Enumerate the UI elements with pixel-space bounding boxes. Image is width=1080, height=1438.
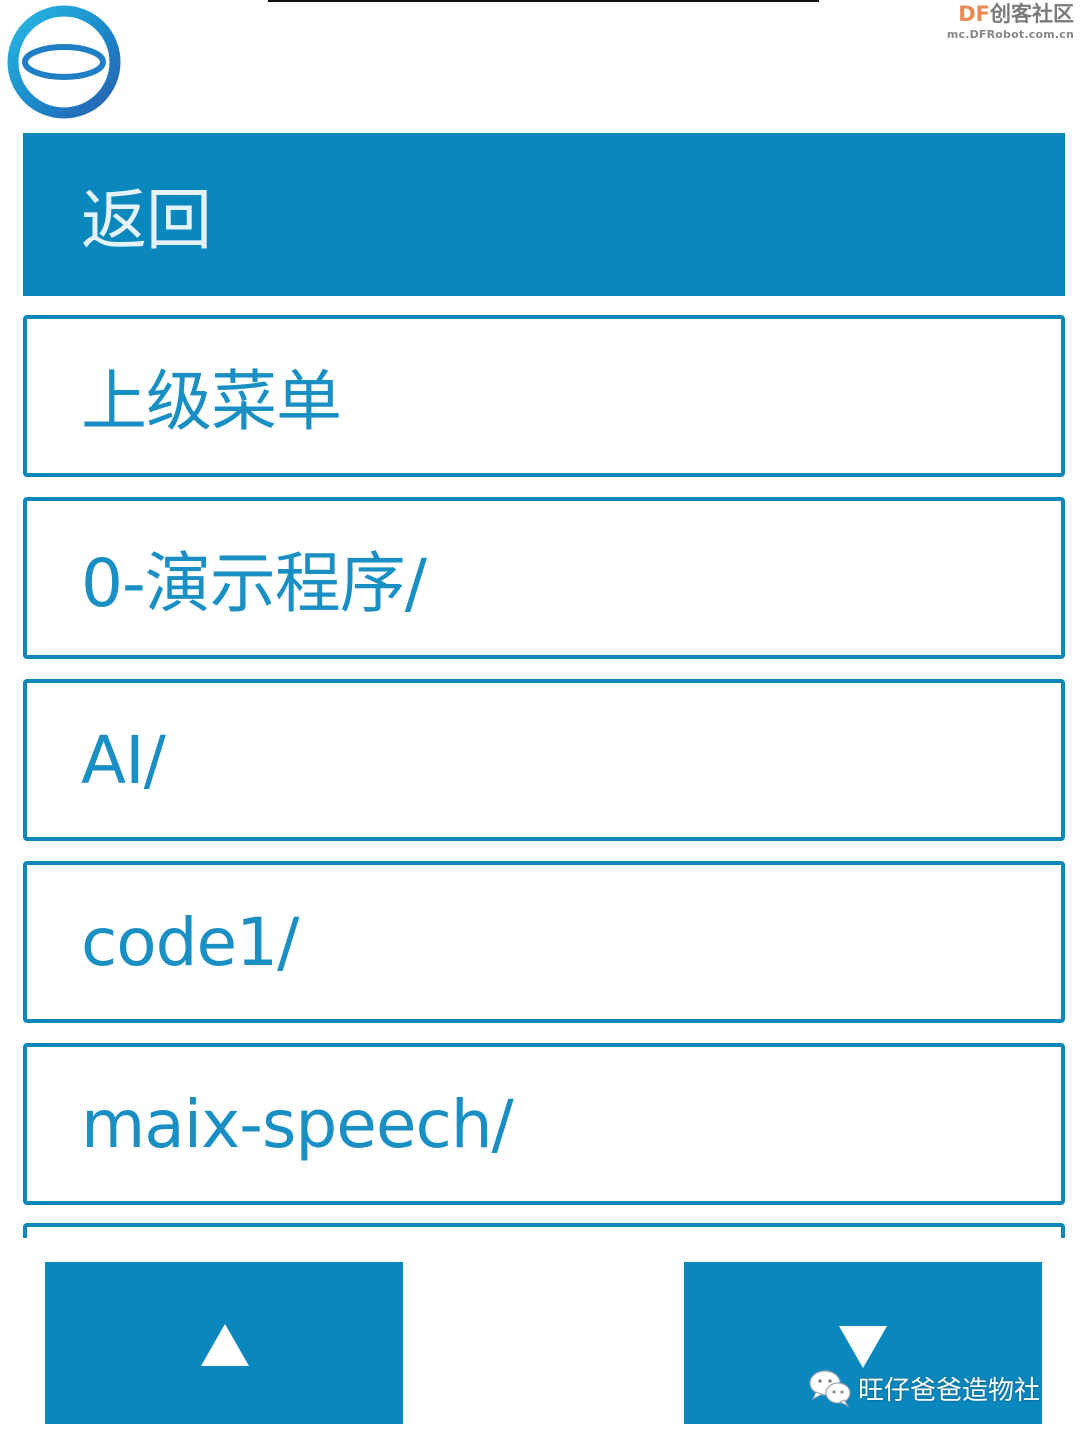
menu-item-label: maix-speech/ — [81, 1085, 514, 1163]
menu-item-label: code1/ — [81, 903, 299, 981]
scroll-up-button[interactable] — [45, 1262, 403, 1424]
menu-item-label: 返回 — [81, 181, 212, 259]
watermark-url: mc.DFRobot.com.cn — [946, 28, 1074, 41]
menu-item-partial[interactable] — [23, 1223, 1065, 1238]
triangle-up-icon — [201, 1324, 249, 1366]
menu-item-maix-speech[interactable]: maix-speech/ — [23, 1043, 1065, 1205]
menu-item-demo-programs[interactable]: 0-演示程序/ — [23, 497, 1065, 659]
menu-item-label: AI/ — [81, 721, 166, 799]
triangle-down-icon — [839, 1326, 887, 1368]
watermark-brand-suffix: 创客社区 — [990, 2, 1074, 26]
wechat-icon — [809, 1370, 851, 1408]
watermark-dfrobot: DF创客社区 mc.DFRobot.com.cn — [946, 2, 1074, 41]
menu-item-label: 0-演示程序/ — [81, 545, 427, 622]
watermark-brand-prefix: DF — [958, 2, 990, 26]
file-menu-list: 返回 上级菜单 0-演示程序/ AI/ code1/ maix-speech/ — [23, 133, 1065, 1238]
top-divider-bar — [268, 0, 819, 2]
app-logo-icon — [7, 5, 121, 119]
menu-item-parent-menu[interactable]: 上级菜单 — [23, 315, 1065, 477]
menu-item-ai[interactable]: AI/ — [23, 679, 1065, 841]
watermark-wechat: 旺仔爸爸造物社 — [808, 1368, 1040, 1408]
menu-item-label: 上级菜单 — [81, 363, 342, 440]
menu-item-back[interactable]: 返回 — [23, 133, 1065, 296]
menu-item-code1[interactable]: code1/ — [23, 861, 1065, 1023]
watermark-wechat-text: 旺仔爸爸造物社 — [858, 1375, 1041, 1406]
